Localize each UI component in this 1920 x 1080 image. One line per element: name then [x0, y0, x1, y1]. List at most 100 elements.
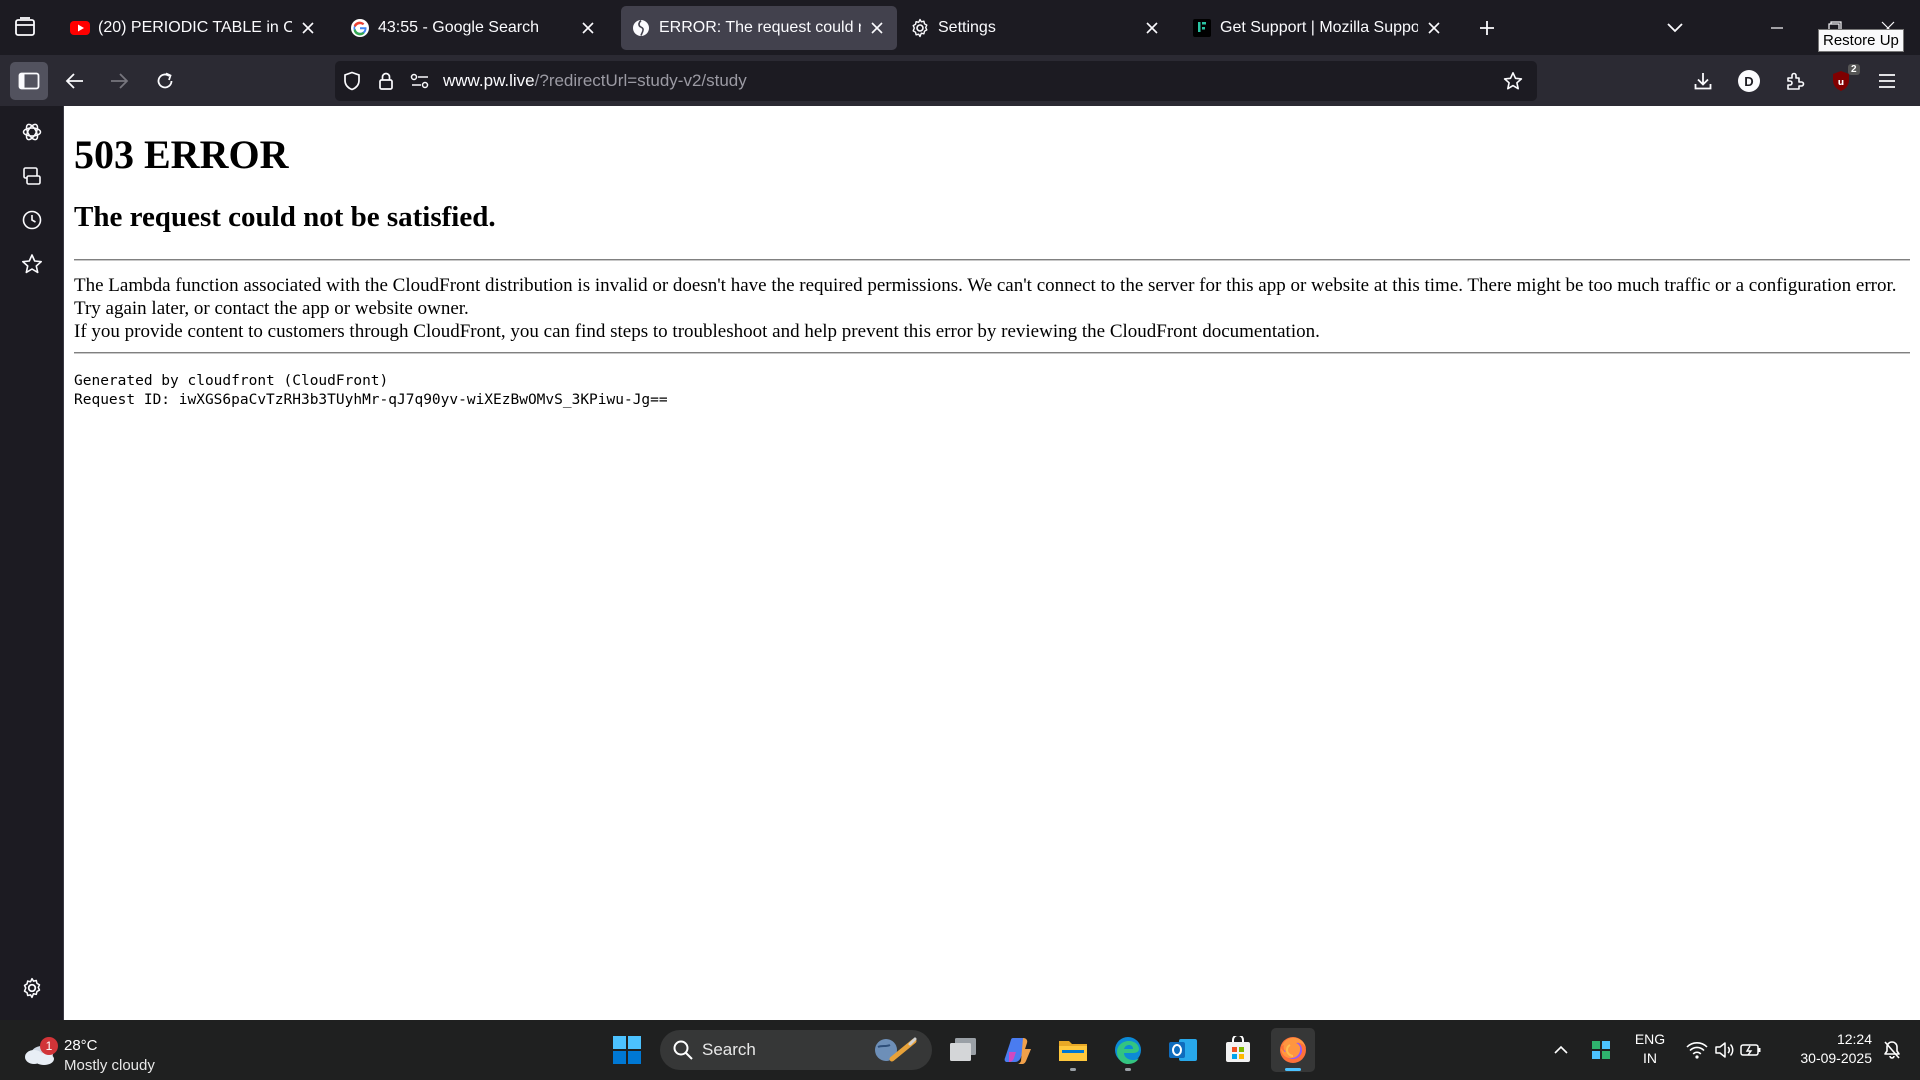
tab-mozilla-support[interactable]: Get Support | Mozilla Support: [1182, 6, 1454, 50]
show-hidden-icons-button[interactable]: [1548, 1030, 1574, 1070]
account-button[interactable]: D: [1730, 62, 1768, 100]
outlook-button[interactable]: [1161, 1028, 1205, 1072]
svg-text:u: u: [1838, 78, 1844, 88]
shield-icon[interactable]: [335, 61, 369, 101]
wifi-icon: [1686, 1042, 1708, 1059]
youtube-icon: [70, 18, 90, 38]
file-explorer-button[interactable]: [1051, 1028, 1095, 1072]
error-heading: 503 ERROR: [74, 132, 289, 177]
back-button[interactable]: [56, 62, 94, 100]
weather-condition: Mostly cloudy: [64, 1057, 155, 1074]
tab-title: Get Support | Mozilla Support: [1220, 19, 1418, 36]
tab-title: Settings: [938, 19, 996, 36]
divider: [74, 259, 1910, 262]
bookmark-star-icon[interactable]: [1497, 65, 1529, 97]
language-code: ENG: [1634, 1031, 1666, 1047]
green-grid-icon: [1592, 1041, 1610, 1059]
start-button[interactable]: [605, 1028, 649, 1072]
close-icon[interactable]: [298, 18, 318, 38]
battery-icon: [1740, 1044, 1761, 1056]
edge-button[interactable]: [1106, 1028, 1150, 1072]
star-icon: [21, 254, 43, 274]
download-icon: [1694, 73, 1712, 90]
tab-settings[interactable]: Settings: [900, 6, 1172, 50]
synced-tabs-icon: [23, 167, 41, 185]
volume-icon: [1715, 1042, 1734, 1058]
tab-google-search[interactable]: 43:55 - Google Search: [340, 6, 608, 50]
permissions-icon[interactable]: [403, 61, 437, 101]
copilot-button[interactable]: [996, 1028, 1040, 1072]
sidebar-item-chatbot[interactable]: [14, 114, 50, 150]
tab-title: ERROR: The request could not b: [659, 19, 861, 36]
taskbar-search[interactable]: Search: [660, 1030, 932, 1070]
reload-icon: [157, 72, 173, 89]
sidebar-item-bookmarks[interactable]: [14, 246, 50, 282]
mozilla-support-icon: [1192, 18, 1212, 38]
close-icon[interactable]: [867, 18, 887, 38]
generated-by-text: Generated by cloudfront (CloudFront): [74, 373, 389, 390]
sidebar-toggle-button[interactable]: [10, 62, 48, 100]
task-view-button[interactable]: [941, 1028, 985, 1072]
windows-logo-icon: [613, 1036, 641, 1064]
close-icon[interactable]: [1142, 18, 1162, 38]
taskbar: 1 28°C Mostly cloudy Search ENG IN 12:24…: [0, 1020, 1920, 1080]
clock-icon: [22, 210, 42, 230]
cloudfront-help-text: If you provide content to customers thro…: [74, 321, 1320, 343]
clock-date: 30-09-2025: [1800, 1050, 1872, 1066]
restore-tooltip: Restore Up: [1818, 29, 1904, 52]
tray-app-icon[interactable]: [1586, 1030, 1616, 1070]
running-indicator: [1125, 1068, 1131, 1071]
input-language-indicator[interactable]: ENG IN: [1628, 1030, 1672, 1068]
forward-arrow-icon: [111, 73, 129, 89]
store-icon: [1226, 1036, 1250, 1062]
firefox-button[interactable]: [1271, 1028, 1315, 1072]
tab-title: 43:55 - Google Search: [378, 19, 539, 36]
tab-error-page[interactable]: ERROR: The request could not b: [621, 6, 897, 50]
running-indicator: [1070, 1068, 1076, 1071]
clock[interactable]: 12:24 30-09-2025: [1776, 1030, 1872, 1068]
folder-icon: [1059, 1041, 1087, 1061]
sidebar-item-history[interactable]: [14, 202, 50, 238]
search-icon: [673, 1040, 693, 1060]
navigation-toolbar: www.pw.live/?redirectUrl=study-v2/study …: [0, 55, 1920, 106]
sidebar-icon: [18, 72, 40, 90]
ublock-extension-button[interactable]: u 2: [1822, 62, 1860, 100]
lock-icon[interactable]: [369, 61, 403, 101]
close-icon[interactable]: [578, 18, 598, 38]
puzzle-icon: [1787, 72, 1805, 90]
sidebar-item-customize[interactable]: [14, 970, 50, 1006]
list-all-tabs-button[interactable]: [1658, 13, 1692, 43]
avatar: D: [1738, 70, 1760, 92]
close-icon[interactable]: [1424, 18, 1444, 38]
error-subheading: The request could not be satisfied.: [74, 201, 496, 233]
gear-icon: [23, 977, 41, 999]
extensions-button[interactable]: [1776, 62, 1814, 100]
request-id-text: Request ID: iwXGS6paCvTzRH3b3TUyhMr-qJ7q…: [74, 392, 668, 409]
downloads-button[interactable]: [1684, 62, 1722, 100]
forward-button[interactable]: [100, 62, 138, 100]
new-tab-button[interactable]: [1472, 13, 1502, 43]
sidebar-item-synced-tabs[interactable]: [14, 158, 50, 194]
app-menu-button[interactable]: [1868, 62, 1906, 100]
quick-settings-button[interactable]: [1682, 1030, 1766, 1070]
region-code: IN: [1643, 1050, 1657, 1066]
back-arrow-icon: [65, 73, 83, 89]
firefox-view-icon: [15, 17, 35, 36]
gear-icon: [910, 18, 930, 38]
chevron-down-icon: [1667, 23, 1683, 33]
notification-bell-icon: [1884, 1041, 1900, 1059]
tab-youtube[interactable]: (20) PERIODIC TABLE in ONE SH: [60, 6, 328, 50]
sidebar: [0, 106, 64, 1020]
weather-widget[interactable]: 1 28°C Mostly cloudy: [20, 1028, 200, 1074]
firefox-view-button[interactable]: [8, 10, 42, 44]
extension-badge: 2: [1848, 64, 1860, 75]
firefox-icon: [1280, 1037, 1306, 1063]
outlook-icon: [1169, 1039, 1197, 1061]
address-bar[interactable]: www.pw.live/?redirectUrl=study-v2/study: [335, 61, 1537, 101]
reload-button[interactable]: [146, 62, 184, 100]
hamburger-menu-icon: [1879, 74, 1895, 88]
url-text[interactable]: www.pw.live/?redirectUrl=study-v2/study: [443, 71, 747, 91]
notifications-button[interactable]: [1876, 1030, 1908, 1070]
openai-icon: [22, 123, 42, 141]
store-button[interactable]: [1216, 1028, 1260, 1072]
